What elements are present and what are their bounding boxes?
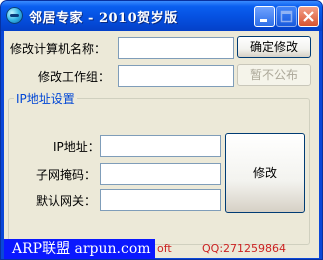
- close-button[interactable]: [298, 6, 319, 27]
- close-icon: [303, 11, 314, 22]
- footer-qq-text: QQ:271259864: [202, 242, 287, 255]
- subnet-mask-label: 子网掩码：: [36, 168, 97, 182]
- modify-ip-button[interactable]: 修改: [225, 133, 305, 213]
- computer-name-input[interactable]: [118, 37, 234, 59]
- dialog-body: 修改计算机名称： 确定修改 修改工作组： 暂不公布 IP地址设置 IP地址： 子…: [4, 31, 319, 259]
- app-window: 邻居专家 - 2010贺岁版 修改计算机名称： 确定修改 修改工作组： 暂不公布…: [0, 0, 323, 260]
- ip-address-label: IP地址：: [53, 140, 100, 154]
- workgroup-input[interactable]: [118, 65, 234, 87]
- default-gateway-input[interactable]: [100, 189, 221, 211]
- ip-address-input[interactable]: [100, 135, 221, 157]
- hidden-feature-button: 暂不公布: [237, 64, 311, 86]
- footer-banner[interactable]: ARP联盟 arpun.com: [4, 239, 155, 259]
- ip-settings-title: IP地址设置: [14, 90, 77, 107]
- computer-name-label: 修改计算机名称：: [10, 42, 107, 56]
- window-title: 邻居专家 - 2010贺岁版: [29, 11, 178, 26]
- title-bar[interactable]: 邻居专家 - 2010贺岁版: [1, 1, 322, 31]
- subnet-mask-input[interactable]: [100, 163, 221, 185]
- app-icon[interactable]: [6, 7, 23, 24]
- maximize-icon: [280, 10, 293, 23]
- minimize-button[interactable]: [254, 6, 275, 27]
- maximize-button: [276, 6, 297, 27]
- minimize-icon: [260, 19, 267, 22]
- default-gateway-label: 默认网关：: [36, 194, 97, 208]
- confirm-modify-button[interactable]: 确定修改: [237, 36, 311, 58]
- footer-soft-text: oft: [157, 242, 172, 255]
- workgroup-label: 修改工作组：: [38, 70, 111, 84]
